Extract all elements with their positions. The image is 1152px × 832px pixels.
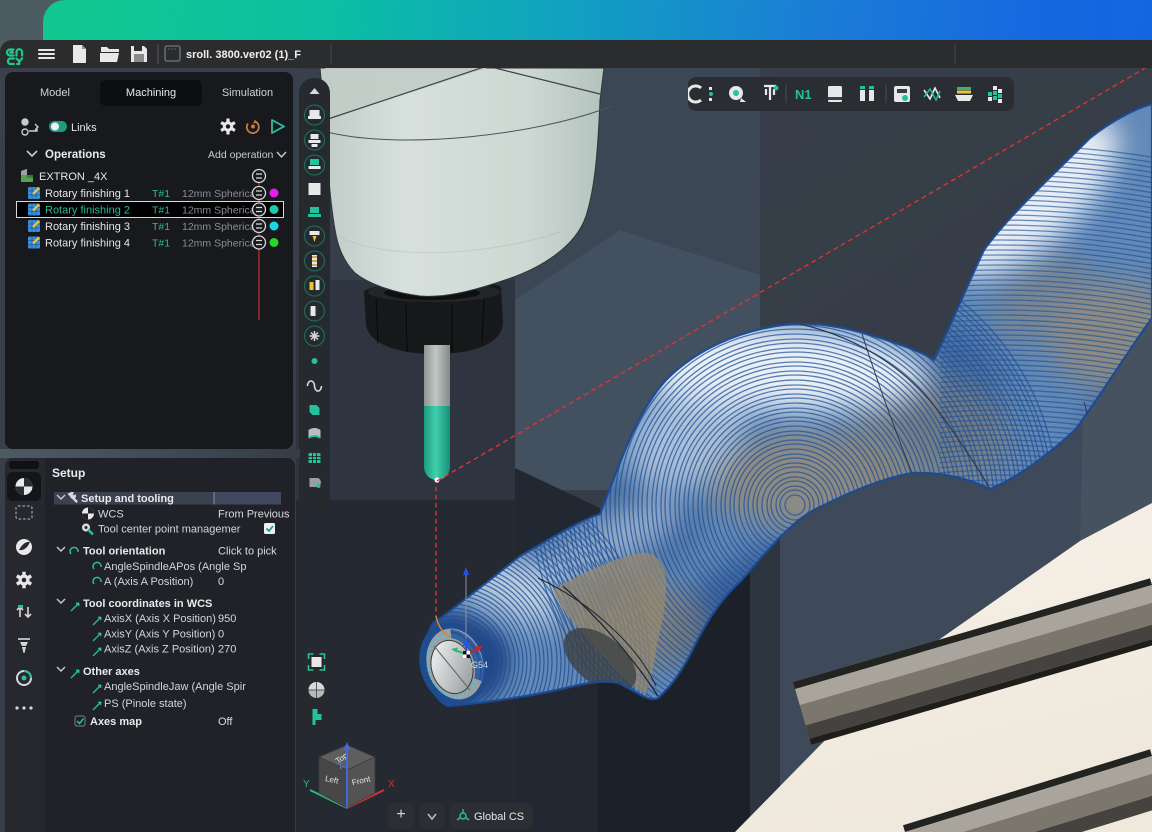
svg-text:950: 950 xyxy=(218,613,236,625)
svg-text:X: X xyxy=(388,779,395,790)
svg-text:Tool orientation: Tool orientation xyxy=(83,546,166,558)
svg-text:0: 0 xyxy=(218,576,224,588)
svg-text:12mm Spherical: 12mm Spherical xyxy=(182,221,258,233)
svg-text:AxisZ (Axis Z Position): AxisZ (Axis Z Position) xyxy=(104,644,215,656)
svg-text:N1: N1 xyxy=(795,87,812,102)
svg-text:A (Axis A Position): A (Axis A Position) xyxy=(104,576,193,588)
svg-text:Setup and tooling: Setup and tooling xyxy=(81,493,174,505)
svg-text:Click to pick: Click to pick xyxy=(218,546,277,558)
svg-text:AxisY (Axis Y Position): AxisY (Axis Y Position) xyxy=(104,629,215,641)
svg-text:Rotary finishing 1: Rotary finishing 1 xyxy=(45,188,130,200)
svg-text:12mm Spherical: 12mm Spherical xyxy=(182,238,258,250)
svg-text:Tool center point managemer: Tool center point managemer xyxy=(98,524,241,536)
svg-text:AngleSpindleJaw (Angle Spir: AngleSpindleJaw (Angle Spir xyxy=(104,681,246,693)
svg-text:12mm Spherical: 12mm Spherical xyxy=(182,188,258,200)
svg-text:Links: Links xyxy=(71,122,97,134)
svg-text:0: 0 xyxy=(218,629,224,641)
svg-text:Off: Off xyxy=(218,716,233,728)
svg-text:Other axes: Other axes xyxy=(83,666,140,678)
svg-text:AxisX (Axis X Position): AxisX (Axis X Position) xyxy=(104,613,216,625)
svg-text:Rotary finishing 2: Rotary finishing 2 xyxy=(45,205,130,217)
svg-text:AngleSpindleAPos (Angle Sp: AngleSpindleAPos (Angle Sp xyxy=(104,561,246,573)
svg-text:T#1: T#1 xyxy=(152,221,170,233)
svg-text:Rotary finishing 4: Rotary finishing 4 xyxy=(45,238,130,250)
svg-text:sroll. 3800.ver02 (1)_F: sroll. 3800.ver02 (1)_F xyxy=(186,49,301,61)
svg-text:Rotary finishing 3: Rotary finishing 3 xyxy=(45,221,130,233)
svg-text:Tool coordinates in WCS: Tool coordinates in WCS xyxy=(83,598,212,610)
svg-text:T#1: T#1 xyxy=(152,205,170,217)
svg-text:T#1: T#1 xyxy=(152,188,170,200)
svg-text:Y: Y xyxy=(303,779,310,790)
svg-text:Add operation: Add operation xyxy=(208,149,274,161)
svg-text:Operations: Operations xyxy=(45,149,106,161)
svg-text:EXTRON _4X: EXTRON _4X xyxy=(39,171,108,183)
svg-text:G54: G54 xyxy=(471,660,488,670)
svg-text:PS (Pinole state): PS (Pinole state) xyxy=(104,698,187,710)
svg-text:From Previous: From Previous xyxy=(218,509,290,521)
svg-text:Axes map: Axes map xyxy=(90,716,142,728)
svg-text:T#1: T#1 xyxy=(152,238,170,250)
svg-text:12mm Spherical: 12mm Spherical xyxy=(182,205,258,217)
svg-text:WCS: WCS xyxy=(98,509,124,521)
svg-text:Global CS: Global CS xyxy=(474,811,524,823)
svg-text:270: 270 xyxy=(218,644,236,656)
